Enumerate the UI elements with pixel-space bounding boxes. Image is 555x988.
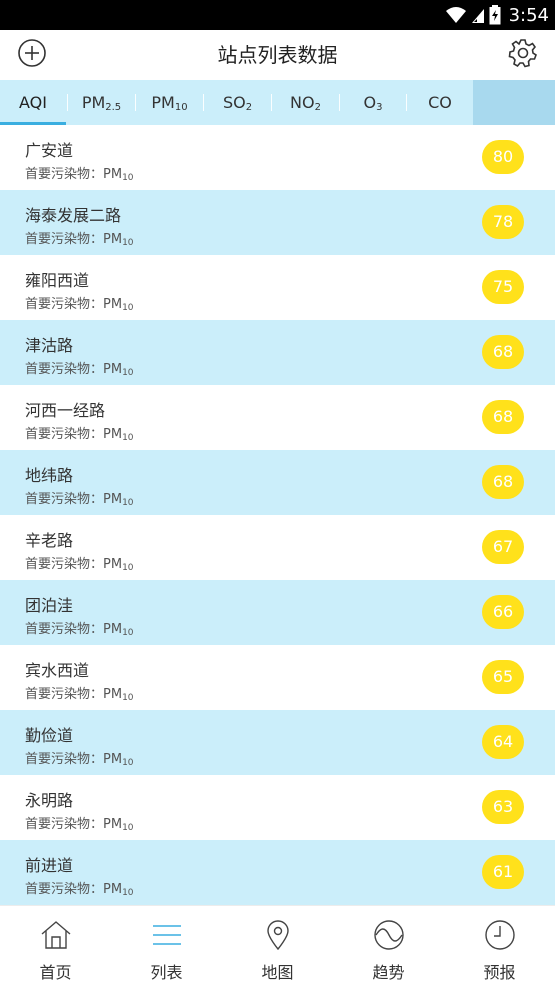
tab-so2[interactable]: SO2 xyxy=(204,80,271,125)
list-item[interactable]: 勤俭道 首要污染物：PM10 64 xyxy=(0,710,555,775)
nav-home[interactable]: 首页 xyxy=(0,906,111,988)
primary-pollutant: 首要污染物：PM10 xyxy=(25,817,134,833)
primary-pollutant: 首要污染物：PM10 xyxy=(25,882,134,898)
tab-no2[interactable]: NO2 xyxy=(272,80,339,125)
signal-icon xyxy=(471,6,485,24)
aqi-badge: 80 xyxy=(482,140,524,174)
aqi-badge: 67 xyxy=(482,530,524,564)
tab-co[interactable]: CO xyxy=(407,80,473,125)
clock-icon xyxy=(483,918,517,952)
primary-pollutant: 首要污染物：PM10 xyxy=(25,557,134,573)
nav-map[interactable]: 地图 xyxy=(222,906,333,988)
aqi-badge: 64 xyxy=(482,725,524,759)
clock-time: 3:54 xyxy=(508,4,549,26)
aqi-badge: 61 xyxy=(482,855,524,889)
tab-aqi[interactable]: AQI xyxy=(0,80,66,125)
list-item[interactable]: 辛老路 首要污染物：PM10 67 xyxy=(0,515,555,580)
bottom-navigation: 首页 列表 地图 趋势 预报 xyxy=(0,905,555,988)
status-icons: 3:54 xyxy=(445,0,549,30)
aqi-badge: 68 xyxy=(482,335,524,369)
app-header: 站点列表数据 xyxy=(0,30,555,80)
tab-bar-filler xyxy=(473,80,555,125)
primary-pollutant: 首要污染物：PM10 xyxy=(25,687,134,703)
list-item[interactable]: 津沽路 首要污染物：PM10 68 xyxy=(0,320,555,385)
nav-label: 预报 xyxy=(483,963,516,982)
aqi-badge: 66 xyxy=(482,595,524,629)
list-item[interactable]: 广安道 首要污染物：PM10 80 xyxy=(0,125,555,190)
aqi-badge: 78 xyxy=(482,205,524,239)
nav-list[interactable]: 列表 xyxy=(111,906,222,988)
nav-label: 列表 xyxy=(150,963,183,982)
station-name: 永明路 xyxy=(25,791,74,810)
page-title: 站点列表数据 xyxy=(217,43,338,67)
tab-pm25[interactable]: PM2.5 xyxy=(68,80,135,125)
nav-forecast[interactable]: 预报 xyxy=(444,906,555,988)
status-bar: 3:54 xyxy=(0,0,555,30)
station-name: 海泰发展二路 xyxy=(25,206,122,225)
station-name: 宾水西道 xyxy=(25,661,90,680)
wifi-icon xyxy=(445,6,467,24)
primary-pollutant: 首要污染物：PM10 xyxy=(25,167,134,183)
aqi-badge: 75 xyxy=(482,270,524,304)
station-name: 团泊洼 xyxy=(25,596,74,615)
list-item[interactable]: 地纬路 首要污染物：PM10 68 xyxy=(0,450,555,515)
settings-button[interactable] xyxy=(506,38,540,72)
station-name: 雍阳西道 xyxy=(25,271,90,290)
home-icon xyxy=(39,918,73,952)
primary-pollutant: 首要污染物：PM10 xyxy=(25,427,134,443)
station-list: 广安道 首要污染物：PM10 80 海泰发展二路 首要污染物：PM10 78 雍… xyxy=(0,125,555,905)
map-pin-icon xyxy=(261,918,295,952)
nav-trend[interactable]: 趋势 xyxy=(333,906,444,988)
station-name: 前进道 xyxy=(25,856,74,875)
tab-pm10[interactable]: PM10 xyxy=(136,80,203,125)
nav-label: 趋势 xyxy=(372,963,405,982)
gear-icon xyxy=(508,38,538,72)
aqi-badge: 65 xyxy=(482,660,524,694)
list-item[interactable]: 团泊洼 首要污染物：PM10 66 xyxy=(0,580,555,645)
list-item[interactable]: 海泰发展二路 首要污染物：PM10 78 xyxy=(0,190,555,255)
list-item[interactable]: 前进道 首要污染物：PM10 61 xyxy=(0,840,555,905)
pollutant-tabs: AQI PM2.5 PM10 SO2 NO2 O3 CO xyxy=(0,80,555,125)
aqi-badge: 68 xyxy=(482,400,524,434)
primary-pollutant: 首要污染物：PM10 xyxy=(25,362,134,378)
nav-label: 地图 xyxy=(261,963,294,982)
list-item[interactable]: 宾水西道 首要污染物：PM10 65 xyxy=(0,645,555,710)
aqi-badge: 63 xyxy=(482,790,524,824)
nav-label: 首页 xyxy=(39,963,72,982)
station-name: 地纬路 xyxy=(25,466,74,485)
station-name: 津沽路 xyxy=(25,336,74,355)
primary-pollutant: 首要污染物：PM10 xyxy=(25,297,134,313)
primary-pollutant: 首要污染物：PM10 xyxy=(25,622,134,638)
station-name: 勤俭道 xyxy=(25,726,74,745)
list-icon xyxy=(150,918,184,952)
aqi-badge: 68 xyxy=(482,465,524,499)
station-name: 河西一经路 xyxy=(25,401,106,420)
trend-icon xyxy=(372,918,406,952)
list-item[interactable]: 雍阳西道 首要污染物：PM10 75 xyxy=(0,255,555,320)
station-name: 广安道 xyxy=(25,141,74,160)
list-item[interactable]: 河西一经路 首要污染物：PM10 68 xyxy=(0,385,555,450)
primary-pollutant: 首要污染物：PM10 xyxy=(25,492,134,508)
primary-pollutant: 首要污染物：PM10 xyxy=(25,752,134,768)
station-name: 辛老路 xyxy=(25,531,74,550)
tab-o3[interactable]: O3 xyxy=(340,80,406,125)
battery-icon xyxy=(489,5,501,25)
primary-pollutant: 首要污染物：PM10 xyxy=(25,232,134,248)
list-item[interactable]: 永明路 首要污染物：PM10 63 xyxy=(0,775,555,840)
